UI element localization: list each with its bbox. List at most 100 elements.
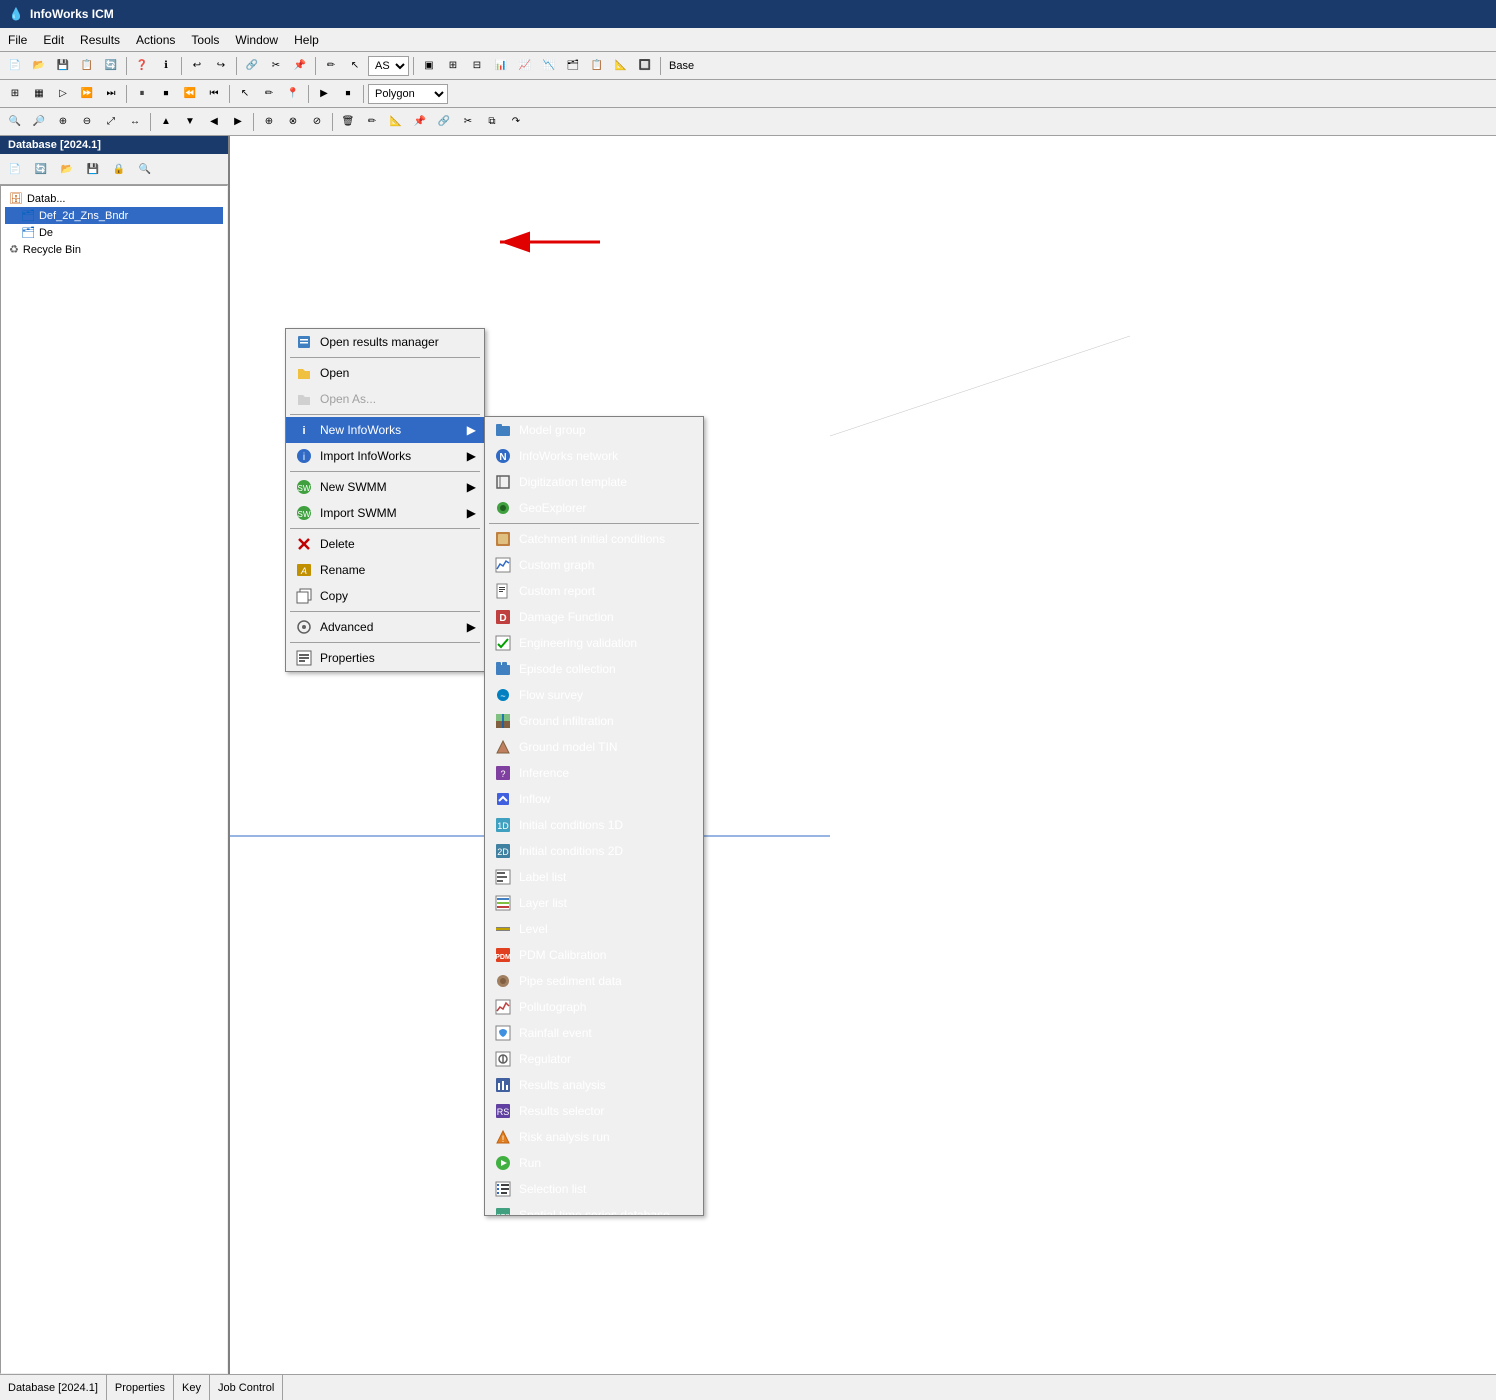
- tb-cursor[interactable]: ↖: [344, 55, 366, 77]
- sub-geo-explorer[interactable]: GeoExplorer: [485, 495, 703, 521]
- tb3-b6[interactable]: ↔: [124, 111, 146, 133]
- menu-window[interactable]: Window: [227, 28, 286, 51]
- tb-btn4[interactable]: 🔄: [100, 55, 122, 77]
- sub-level[interactable]: Level: [485, 916, 703, 942]
- tree-item-def[interactable]: 🗂 Def_2d_Zns_Bndr: [5, 207, 223, 224]
- tb-b10[interactable]: 🔲: [634, 55, 656, 77]
- sub-catchment-ic[interactable]: Catchment initial conditions: [485, 526, 703, 552]
- tb3-b20[interactable]: ⧉: [481, 111, 503, 133]
- tb-pencil[interactable]: ✏: [320, 55, 342, 77]
- sub-custom-report[interactable]: Custom report: [485, 578, 703, 604]
- ctx-delete[interactable]: Delete: [286, 531, 484, 557]
- tb2-b12[interactable]: 📍: [282, 83, 304, 105]
- menu-tools[interactable]: Tools: [183, 28, 227, 51]
- sub-pollutograph[interactable]: Pollutograph: [485, 994, 703, 1020]
- tb2-b9[interactable]: ⏮: [203, 83, 225, 105]
- tb-save[interactable]: 💾: [52, 55, 74, 77]
- tb-new[interactable]: 📄: [4, 55, 26, 77]
- sub-pipe-sediment[interactable]: Pipe sediment data: [485, 968, 703, 994]
- sub-pdm-calibration[interactable]: PDM PDM Calibration: [485, 942, 703, 968]
- tb3-b15[interactable]: ✏: [361, 111, 383, 133]
- tb3-b1[interactable]: 🔍: [4, 111, 26, 133]
- ctx-open-as[interactable]: Open As...: [286, 386, 484, 412]
- tb-b6[interactable]: 📉: [538, 55, 560, 77]
- ctx-advanced[interactable]: Advanced ▶: [286, 614, 484, 640]
- tb3-b10[interactable]: ▶: [227, 111, 249, 133]
- tb3-b17[interactable]: 📌: [409, 111, 431, 133]
- tb2-run[interactable]: ▶: [313, 83, 335, 105]
- ctx-import-swmm[interactable]: SW Import SWMM ▶: [286, 500, 484, 526]
- sub-iw-network[interactable]: N InfoWorks network: [485, 443, 703, 469]
- sub-dig-template[interactable]: Digitization template: [485, 469, 703, 495]
- sub-model-group[interactable]: Model group: [485, 417, 703, 443]
- menu-file[interactable]: File: [0, 28, 35, 51]
- ctx-open[interactable]: Open: [286, 360, 484, 386]
- tb3-b8[interactable]: ▼: [179, 111, 201, 133]
- tb3-b4[interactable]: ⊖: [76, 111, 98, 133]
- tb-help[interactable]: ❓: [131, 55, 153, 77]
- tb-redo[interactable]: ↪: [210, 55, 232, 77]
- tb2-b11[interactable]: ✏: [258, 83, 280, 105]
- sub-initial-conditions-2d[interactable]: 2D Initial conditions 2D: [485, 838, 703, 864]
- tb-b9[interactable]: 📐: [610, 55, 632, 77]
- tb3-b11[interactable]: ⊕: [258, 111, 280, 133]
- dbt-b4[interactable]: 💾: [82, 158, 104, 180]
- tb2-b10[interactable]: ↖: [234, 83, 256, 105]
- tb-b1[interactable]: ▣: [418, 55, 440, 77]
- tb-info[interactable]: ℹ: [155, 55, 177, 77]
- sub-risk-analysis[interactable]: ! Risk analysis run: [485, 1124, 703, 1150]
- tb-b7[interactable]: 🗂: [562, 55, 584, 77]
- ctx-new-infoworks[interactable]: i New InfoWorks ▶ Model group: [286, 417, 484, 443]
- sub-results-selector[interactable]: RS Results selector: [485, 1098, 703, 1124]
- status-job-control[interactable]: Job Control: [210, 1375, 283, 1400]
- sub-layer-list[interactable]: Layer list: [485, 890, 703, 916]
- ctx-copy[interactable]: Copy: [286, 583, 484, 609]
- tb-b3[interactable]: ⊟: [466, 55, 488, 77]
- tb-b4[interactable]: 📊: [490, 55, 512, 77]
- tb3-b14[interactable]: 🗑: [337, 111, 359, 133]
- tb3-b3[interactable]: ⊕: [52, 111, 74, 133]
- sub-selection-list[interactable]: Selection list: [485, 1176, 703, 1202]
- dbt-b3[interactable]: 📂: [56, 158, 78, 180]
- tb2-b8[interactable]: ⏪: [179, 83, 201, 105]
- sub-damage-function[interactable]: D Damage Function: [485, 604, 703, 630]
- tb3-b9[interactable]: ◀: [203, 111, 225, 133]
- tb3-b5[interactable]: ⤢: [100, 111, 122, 133]
- toolbar-polygon-combo[interactable]: Polygon: [368, 84, 448, 104]
- sub-results-analysis[interactable]: Results analysis: [485, 1072, 703, 1098]
- tb-b5[interactable]: 📈: [514, 55, 536, 77]
- sub-flow-survey[interactable]: ~ Flow survey: [485, 682, 703, 708]
- tb-btn10[interactable]: ✂: [265, 55, 287, 77]
- tb-open[interactable]: 📂: [28, 55, 50, 77]
- ctx-new-swmm[interactable]: SW New SWMM ▶: [286, 474, 484, 500]
- tb3-b13[interactable]: ⊘: [306, 111, 328, 133]
- ctx-import-infoworks[interactable]: i Import InfoWorks ▶: [286, 443, 484, 469]
- menu-edit[interactable]: Edit: [35, 28, 72, 51]
- tb3-b21[interactable]: ↷: [505, 111, 527, 133]
- tb2-b1[interactable]: ⊞: [4, 83, 26, 105]
- sub-eng-validation[interactable]: Engineering validation: [485, 630, 703, 656]
- tb3-b18[interactable]: 🔗: [433, 111, 455, 133]
- menu-help[interactable]: Help: [286, 28, 327, 51]
- tb-b2[interactable]: ⊞: [442, 55, 464, 77]
- sub-ground-model-tin[interactable]: Ground model TIN: [485, 734, 703, 760]
- sub-custom-graph[interactable]: Custom graph: [485, 552, 703, 578]
- ctx-properties[interactable]: Properties: [286, 645, 484, 671]
- sub-label-list[interactable]: Label list: [485, 864, 703, 890]
- sub-rainfall-event[interactable]: Rainfall event: [485, 1020, 703, 1046]
- tb-undo[interactable]: ↩: [186, 55, 208, 77]
- tree-item-recycle[interactable]: ♻ Recycle Bin: [5, 241, 223, 258]
- dbt-b5[interactable]: 🔒: [108, 158, 130, 180]
- ctx-open-results-manager[interactable]: Open results manager: [286, 329, 484, 355]
- tb-btn11[interactable]: 📌: [289, 55, 311, 77]
- sub-regulator[interactable]: Regulator: [485, 1046, 703, 1072]
- ctx-rename[interactable]: A Rename: [286, 557, 484, 583]
- sub-initial-conditions-1d[interactable]: 1D Initial conditions 1D: [485, 812, 703, 838]
- tb2-b4[interactable]: ⏩: [76, 83, 98, 105]
- menu-actions[interactable]: Actions: [128, 28, 183, 51]
- tb3-b19[interactable]: ✂: [457, 111, 479, 133]
- tb2-b6[interactable]: ⏸: [131, 83, 153, 105]
- tb3-b2[interactable]: 🔎: [28, 111, 50, 133]
- tb2-b5[interactable]: ⏭: [100, 83, 122, 105]
- tb3-b16[interactable]: 📐: [385, 111, 407, 133]
